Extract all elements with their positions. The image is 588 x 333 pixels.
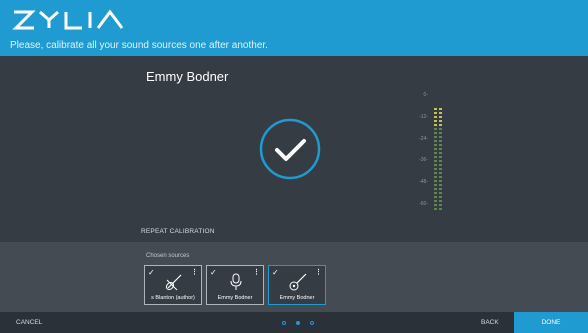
level-meter-cell: [434, 148, 437, 150]
level-meter-cell: [439, 204, 442, 206]
page-dot: [282, 321, 286, 325]
level-meter-tick-label: -60-: [419, 201, 428, 207]
level-meter-cell: [439, 180, 442, 182]
level-meter-cell: [434, 200, 437, 202]
level-meter-cell: [439, 144, 442, 146]
level-meter-cell: [439, 140, 442, 142]
check-icon: ✓: [148, 268, 155, 277]
microphone-icon: [230, 273, 242, 290]
level-meter-cell: [439, 136, 442, 138]
done-button[interactable]: DONE: [514, 312, 588, 333]
level-meter-cell: [439, 208, 442, 210]
level-meter-cell: [434, 152, 437, 154]
cancel-button[interactable]: CANCEL: [16, 319, 42, 326]
level-meter-cell: [434, 164, 437, 166]
level-meter-column-left: [434, 100, 438, 210]
level-meter-cell: [439, 176, 442, 178]
level-meter-cell: [434, 172, 437, 174]
repeat-calibration-link[interactable]: REPEAT CALIBRATION: [141, 228, 215, 235]
level-meter-cell: [434, 196, 437, 198]
level-meter-cell: [439, 148, 442, 150]
level-meter-cell: [439, 132, 442, 134]
level-meter-cell: [434, 180, 437, 182]
level-meter-tick-label: 0-: [423, 92, 428, 98]
level-meter-cell: [434, 160, 437, 162]
level-meter-cell: [434, 128, 437, 130]
level-meter-cell: [439, 124, 442, 126]
level-meter-cell: [434, 112, 437, 114]
kebab-menu-icon[interactable]: ⋮: [315, 268, 322, 276]
level-meter-cell: [439, 108, 442, 110]
level-meter-cell: [439, 168, 442, 170]
level-meter-tick-label: -36-: [419, 157, 428, 163]
source-card-label: Emmy Bodner: [279, 295, 315, 301]
level-meter-cell: [439, 192, 442, 194]
level-meter-cell: [434, 176, 437, 178]
level-meter-cell: [439, 184, 442, 186]
level-meter-cell: [434, 124, 437, 126]
level-meter-cell: [434, 188, 437, 190]
header-bar: Please, calibrate all your sound sources…: [0, 0, 588, 56]
level-meter-cell: [434, 168, 437, 170]
level-meter-tick-label: -24-: [419, 136, 428, 142]
page-dot: [296, 321, 300, 325]
level-meter-cell: [434, 140, 437, 142]
level-meter-cell: [439, 200, 442, 202]
level-meter-cell: [434, 156, 437, 158]
level-meter-cell: [434, 108, 437, 110]
chosen-sources-label: Chosen sources: [146, 253, 190, 259]
level-meter-cell: [439, 128, 442, 130]
level-meter-cell: [434, 208, 437, 210]
back-button[interactable]: BACK: [481, 319, 499, 326]
level-meter-tick-label: -48-: [419, 179, 428, 185]
source-name-title: Emmy Bodner: [146, 69, 229, 84]
acoustic-guitar-icon: [289, 273, 307, 291]
zylia-logo: [12, 9, 124, 30]
level-meter-cell: [439, 120, 442, 122]
level-meter-cell: [439, 172, 442, 174]
level-meter-cell: [434, 132, 437, 134]
check-icon: ✓: [272, 268, 279, 277]
level-meter-column-right: [439, 100, 443, 210]
level-meter-cell: [439, 156, 442, 158]
level-meter-cell: [439, 196, 442, 198]
check-icon: ✓: [210, 268, 217, 277]
level-meter-cell: [434, 136, 437, 138]
level-meter-cell: [434, 204, 437, 206]
level-meter-tick-label: -12-: [419, 114, 428, 120]
level-meter-cell: [434, 144, 437, 146]
page-dot: [310, 321, 314, 325]
level-meter-cell: [434, 184, 437, 186]
level-meter-cell: [439, 152, 442, 154]
source-card-label: s Blanton (author): [151, 295, 195, 301]
source-card[interactable]: ✓ ⋮ s Blanton (author): [144, 265, 202, 305]
footer-bar: [0, 312, 588, 333]
level-meter-cell: [439, 160, 442, 162]
kebab-menu-icon[interactable]: ⋮: [253, 268, 260, 276]
level-meter-cell: [439, 164, 442, 166]
level-meter-cell: [439, 112, 442, 114]
level-meter-cell: [434, 192, 437, 194]
kebab-menu-icon[interactable]: ⋮: [191, 268, 198, 276]
source-card[interactable]: ✓ ⋮ Emmy Bodner: [206, 265, 264, 305]
source-card-selected[interactable]: ✓ ⋮ Emmy Bodner: [268, 265, 326, 305]
level-meter-cell: [434, 120, 437, 122]
level-meter-cell: [439, 188, 442, 190]
level-meter-cell: [434, 116, 437, 118]
source-card-label: Emmy Bodner: [217, 295, 253, 301]
level-meter-cell: [439, 116, 442, 118]
guitar-icon: [165, 274, 182, 291]
calibration-complete-check-icon: [259, 118, 321, 180]
header-subtitle: Please, calibrate all your sound sources…: [10, 40, 268, 51]
